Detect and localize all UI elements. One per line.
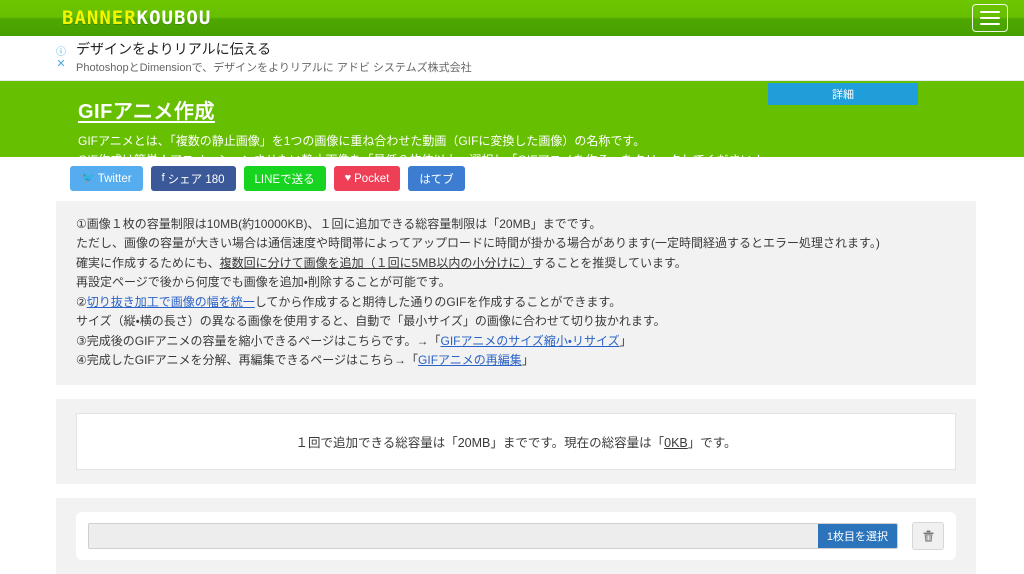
social-share-pocket-label: Pocket	[354, 172, 390, 185]
instruction-line-7-post: 」	[619, 333, 632, 348]
instruction-line-7-pre: ③完成後のGIFアニメの容量を縮小できるページはこちらです。→「	[76, 333, 441, 348]
instruction-line-8-pre: ④完成したGIFアニメを分解、再編集できるページはこちら→「	[76, 353, 419, 368]
advertisement-strip: ⓘ ✕ デザインをよりリアルに伝える PhotoshopとDimensionで、…	[0, 36, 1024, 105]
select-first-image-button[interactable]: 1枚目を選択	[817, 523, 897, 548]
current-capacity-value: 0KB	[664, 435, 688, 450]
capacity-text-post: 」です。	[687, 435, 737, 450]
instruction-line-3-underline: 複数回に分けて画像を追加（１回に5MB以内の小分けに）	[219, 255, 533, 270]
instruction-line-3-post: することを推奨しています。	[532, 255, 687, 270]
capacity-panel: １回で追加できる総容量は「20MB」までです。現在の総容量は「0KB」です。	[56, 398, 976, 484]
social-share-facebook-button[interactable]: f シェア 180	[150, 166, 236, 191]
social-share-twitter-button[interactable]: 🐦 Twitter	[70, 166, 143, 191]
hero-description-line-1: GIFアニメとは、「複数の静止画像」を1つの画像に重ね合わせた動画（GIFに変換…	[78, 134, 646, 148]
instruction-line-7: ③完成後のGIFアニメの容量を縮小できるページはこちらです。→「GIFアニメのサ…	[76, 332, 956, 351]
instruction-line-4: 再設定ページで後から何度でも画像を追加・削除することが可能です。	[76, 275, 451, 290]
gif-resize-link[interactable]: GIFアニメのサイズ縮小・リサイズ	[440, 334, 619, 348]
social-share-facebook-label: シェア 180	[167, 173, 225, 186]
twitter-icon: 🐦	[81, 172, 95, 184]
instruction-line-3-pre: 確実に作成するためにも、	[76, 255, 220, 270]
main-content: ①画像１枚の容量制限は10MB(約10000KB)、１回に追加できる総容量制限は…	[56, 201, 976, 574]
instruction-line-3: 確実に作成するためにも、複数回に分けて画像を追加（１回に5MB以内の小分けに）す…	[76, 254, 956, 273]
instruction-line-5-number: ②	[76, 294, 87, 309]
logo-koubou-text: KOUBOU	[136, 6, 212, 29]
uploader-panel: 1枚目を選択	[56, 497, 976, 574]
ad-text-block[interactable]: デザインをよりリアルに伝える PhotoshopとDimensionで、デザイン…	[76, 40, 472, 76]
page-background: ①画像１枚の容量制限は10MB(約10000KB)、１回に追加できる総容量制限は…	[0, 201, 1024, 574]
ad-cta-button[interactable]: 詳細	[768, 83, 918, 105]
instruction-line-1: ①画像１枚の容量制限は10MB(約10000KB)、１回に追加できる総容量制限は…	[76, 217, 602, 231]
site-header: BANNER KOUBOU	[0, 0, 1024, 36]
file-upload-card: 1枚目を選択	[76, 511, 956, 560]
hamburger-bar-1	[980, 11, 1000, 13]
hamburger-bar-2	[980, 17, 1000, 19]
social-share-hatena-button[interactable]: はてブ	[408, 166, 465, 191]
ad-close-icon[interactable]: ✕	[56, 59, 65, 70]
instruction-line-2: ただし、画像の容量が大きい場合は通信速度や時間帯によってアップロードに時間が掛か…	[76, 236, 880, 251]
instruction-line-8-post: 」	[521, 353, 534, 368]
social-share-row: 🐦 Twitter f シェア 180 LINEで送る ♥ Pocket はてブ	[70, 166, 1024, 191]
ad-controls: ⓘ ✕	[56, 48, 66, 70]
social-share-pocket-button[interactable]: ♥ Pocket	[333, 166, 401, 191]
hamburger-menu-icon[interactable]	[972, 4, 1008, 32]
trash-icon	[923, 530, 933, 542]
instructions-text: ①画像１枚の容量制限は10MB(約10000KB)、１回に追加できる総容量制限は…	[76, 215, 956, 371]
instruction-line-5-post: してから作成すると期待した通りのGIFを作成することができます。	[254, 294, 622, 309]
logo-banner-text: BANNER	[62, 6, 137, 29]
instructions-panel: ①画像１枚の容量制限は10MB(約10000KB)、１回に追加できる総容量制限は…	[56, 201, 976, 385]
instruction-line-5: ②切り抜き加工で画像の幅を統一してから作成すると期待した通りのGIFを作成するこ…	[76, 293, 956, 312]
social-share-twitter-label: Twitter	[97, 172, 132, 185]
social-share-line-button[interactable]: LINEで送る	[243, 166, 326, 191]
instruction-line-8: ④完成したGIFアニメを分解、再編集できるページはこちら→「GIFアニメの再編集…	[76, 351, 956, 370]
crop-width-link[interactable]: 切り抜き加工で画像の幅を統一	[87, 295, 255, 309]
file-input-row[interactable]: 1枚目を選択	[88, 522, 898, 549]
capacity-text-pre: １回で追加できる総容量は「20MB」までです。現在の総容量は「	[295, 435, 665, 450]
capacity-notice: １回で追加できる総容量は「20MB」までです。現在の総容量は「0KB」です。	[76, 412, 956, 470]
social-share-hatena-label: はてブ	[419, 173, 454, 186]
delete-row-button[interactable]	[912, 521, 944, 550]
instruction-line-6: サイズ（縦・横の長さ）の異なる画像を使用すると、自動で「最小サイズ」の画像に合わ…	[76, 314, 666, 329]
ad-info-icon[interactable]: ⓘ	[56, 48, 66, 58]
ad-description: PhotoshopとDimensionで、デザインをよりリアルに アドビ システ…	[76, 62, 472, 75]
pocket-icon: ♥	[344, 172, 352, 184]
site-logo[interactable]: BANNER KOUBOU	[62, 6, 212, 29]
hamburger-bar-3	[980, 23, 1000, 25]
social-share-line-label: LINEで送る	[254, 173, 315, 186]
gif-reedit-link[interactable]: GIFアニメの再編集	[418, 353, 522, 367]
ad-title: デザインをよりリアルに伝える	[76, 41, 272, 58]
facebook-icon: f	[161, 172, 165, 184]
